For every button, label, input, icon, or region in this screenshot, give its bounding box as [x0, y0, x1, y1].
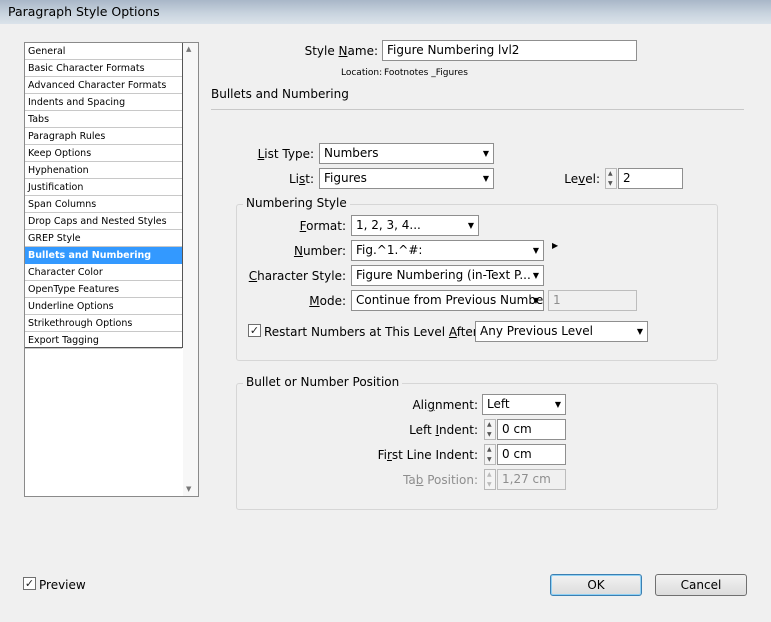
- chevron-down-icon: ▼: [532, 246, 539, 255]
- category-item[interactable]: Underline Options: [25, 298, 182, 315]
- mode-start-input: 1: [548, 290, 637, 311]
- first-line-indent-label: First Line Indent:: [377, 448, 478, 462]
- chevron-down-icon: ▼: [482, 149, 489, 158]
- category-list[interactable]: General Basic Character Formats Advanced C…: [24, 42, 199, 497]
- category-item[interactable]: Justification: [25, 179, 182, 196]
- scroll-up-icon[interactable]: ▲: [186, 45, 191, 53]
- cancel-button[interactable]: Cancel: [655, 574, 747, 596]
- number-input[interactable]: Fig.^1.^#: ▼: [351, 240, 544, 261]
- spin-down-icon: ▼: [487, 481, 492, 488]
- chevron-down-icon: ▼: [532, 296, 539, 305]
- first-line-indent-input[interactable]: 0 cm: [497, 444, 566, 465]
- title-bar[interactable]: Paragraph Style Options: [0, 0, 771, 24]
- character-style-label: Character Style:: [248, 269, 346, 283]
- category-item[interactable]: Drop Caps and Nested Styles: [25, 213, 182, 230]
- category-item[interactable]: Bullets and Numbering: [25, 247, 182, 264]
- mode-dropdown[interactable]: Continue from Previous Numbe ▼: [351, 290, 544, 311]
- section-divider: [211, 109, 744, 110]
- style-name-label: Style Name:: [304, 44, 378, 58]
- restart-after-dropdown[interactable]: Any Previous Level ▼: [475, 321, 648, 342]
- category-item[interactable]: Advanced Character Formats: [25, 77, 182, 94]
- location-value: Footnotes _Figures: [384, 68, 468, 78]
- chevron-down-icon: ▼: [554, 400, 561, 409]
- alignment-label: Alignment:: [412, 398, 478, 412]
- category-item[interactable]: Indents and Spacing: [25, 94, 182, 111]
- category-item[interactable]: Strikethrough Options: [25, 315, 182, 332]
- level-stepper[interactable]: ▲ ▼: [605, 168, 617, 189]
- category-scrollbar[interactable]: ▲ ▼: [183, 43, 198, 496]
- mode-label: Mode:: [309, 294, 346, 308]
- list-type-label: List Type:: [257, 147, 314, 161]
- position-group-title: Bullet or Number Position: [243, 375, 403, 389]
- category-item[interactable]: Character Color: [25, 264, 182, 281]
- character-style-dropdown[interactable]: Figure Numbering (in-Text P... ▼: [351, 265, 544, 286]
- category-item[interactable]: Keep Options: [25, 145, 182, 162]
- numbering-style-title: Numbering Style: [243, 196, 350, 210]
- ok-button[interactable]: OK: [550, 574, 642, 596]
- window-title: Paragraph Style Options: [8, 4, 160, 19]
- list-dropdown[interactable]: Figures ▼: [319, 168, 494, 189]
- left-indent-input[interactable]: 0 cm: [497, 419, 566, 440]
- category-item[interactable]: Hyphenation: [25, 162, 182, 179]
- spin-up-icon[interactable]: ▲: [487, 421, 492, 429]
- category-item[interactable]: General: [25, 43, 182, 60]
- category-item[interactable]: Tabs: [25, 111, 182, 128]
- category-item[interactable]: GREP Style: [25, 230, 182, 247]
- chevron-down-icon: ▼: [636, 327, 643, 336]
- list-label: List:: [288, 172, 314, 186]
- spin-up-icon[interactable]: ▲: [487, 446, 492, 454]
- list-type-dropdown[interactable]: Numbers ▼: [319, 143, 494, 164]
- special-characters-flyout-icon[interactable]: ▶: [552, 241, 558, 250]
- left-indent-stepper[interactable]: ▲ ▼: [484, 419, 496, 440]
- chevron-down-icon: ▼: [532, 271, 539, 280]
- restart-numbers-label: Restart Numbers at This Level After:: [264, 325, 482, 339]
- spin-up-icon: ▲: [487, 471, 492, 478]
- chevron-down-icon: ▼: [482, 174, 489, 183]
- left-indent-label: Left Indent:: [409, 423, 478, 437]
- style-name-input[interactable]: Figure Numbering lvl2: [382, 40, 637, 61]
- category-item[interactable]: Span Columns: [25, 196, 182, 213]
- spin-down-icon[interactable]: ▼: [608, 180, 613, 188]
- category-item[interactable]: OpenType Features: [25, 281, 182, 298]
- location-label: Location:: [341, 68, 383, 78]
- preview-label: Preview: [39, 578, 86, 592]
- number-label: Number:: [293, 244, 346, 258]
- scroll-down-icon[interactable]: ▼: [186, 485, 191, 493]
- restart-numbers-checkbox[interactable]: ✓: [248, 324, 261, 337]
- preview-checkbox[interactable]: ✓: [23, 577, 36, 590]
- spin-down-icon[interactable]: ▼: [487, 456, 492, 464]
- alignment-dropdown[interactable]: Left ▼: [482, 394, 566, 415]
- format-label: Format:: [299, 219, 346, 233]
- category-item[interactable]: Basic Character Formats: [25, 60, 182, 77]
- spin-down-icon[interactable]: ▼: [487, 431, 492, 439]
- tab-position-stepper: ▲ ▼: [484, 469, 496, 490]
- category-items: General Basic Character Formats Advanced C…: [25, 43, 183, 349]
- tab-position-input: 1,27 cm: [497, 469, 566, 490]
- spin-up-icon[interactable]: ▲: [608, 170, 613, 178]
- category-item[interactable]: Paragraph Rules: [25, 128, 182, 145]
- first-line-indent-stepper[interactable]: ▲ ▼: [484, 444, 496, 465]
- section-title: Bullets and Numbering: [211, 87, 349, 101]
- chevron-down-icon: ▼: [467, 221, 474, 230]
- level-input[interactable]: 2: [618, 168, 683, 189]
- level-label: Level:: [564, 172, 600, 186]
- tab-position-label: Tab Position:: [403, 473, 478, 487]
- category-item[interactable]: Export Tagging: [25, 332, 182, 349]
- format-dropdown[interactable]: 1, 2, 3, 4... ▼: [351, 215, 479, 236]
